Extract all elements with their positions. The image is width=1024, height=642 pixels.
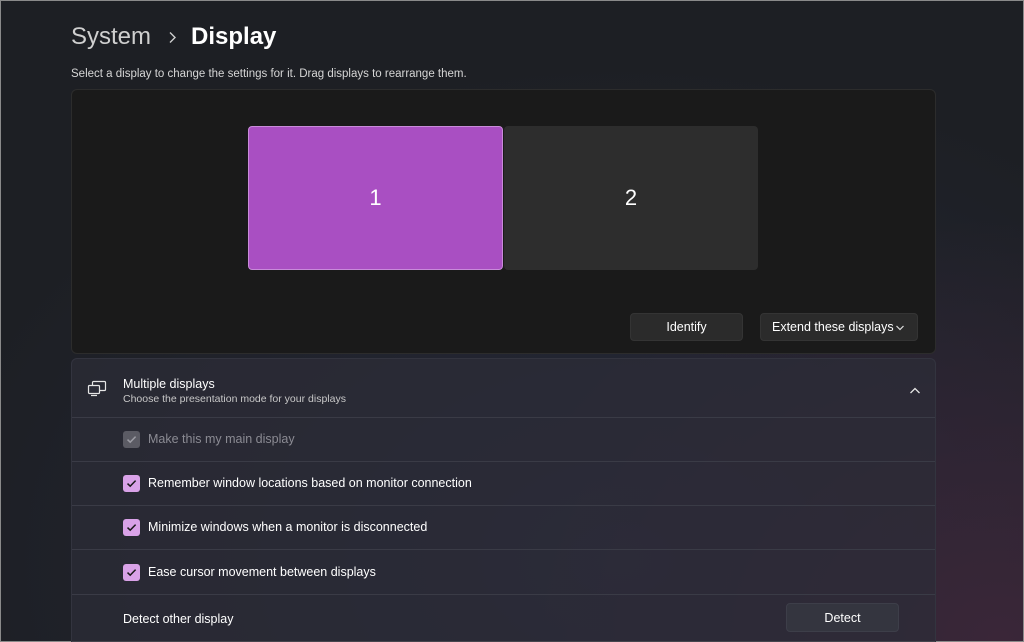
breadcrumb-system[interactable]: System <box>71 23 151 51</box>
display-arrangement-panel: 1 2 Identify Extend these displays <box>71 89 936 354</box>
page-title: Display <box>191 23 277 50</box>
ease-cursor-label[interactable]: Ease cursor movement between displays <box>148 565 376 579</box>
identify-button-label: Identify <box>666 320 707 334</box>
identify-button[interactable]: Identify <box>630 313 743 341</box>
detect-other-display-row: Detect other display Detect <box>72 596 935 640</box>
multiple-displays-subtitle: Choose the presentation mode for your di… <box>123 393 346 405</box>
chevron-right-icon <box>161 31 183 44</box>
multiple-displays-icon <box>87 380 107 402</box>
option-main-display: Make this my main display <box>72 418 935 462</box>
monitor-2[interactable]: 2 <box>504 126 758 270</box>
monitor-1-label: 1 <box>369 185 382 210</box>
display-mode-value: Extend these displays <box>772 320 894 334</box>
breadcrumb: System Display <box>71 20 276 54</box>
remember-window-locations-checkbox[interactable] <box>123 475 140 492</box>
option-minimize-windows: Minimize windows when a monitor is disco… <box>72 506 935 550</box>
main-display-label: Make this my main display <box>148 432 295 446</box>
chevron-down-icon <box>895 322 905 336</box>
chevron-up-icon[interactable] <box>909 383 921 401</box>
option-remember-window-locations: Remember window locations based on monit… <box>72 462 935 506</box>
main-display-checkbox <box>123 431 140 448</box>
detect-button-label: Detect <box>824 610 861 625</box>
display-mode-dropdown[interactable]: Extend these displays <box>760 313 918 341</box>
detect-other-display-label: Detect other display <box>123 612 234 626</box>
ease-cursor-checkbox[interactable] <box>123 564 140 581</box>
minimize-windows-label[interactable]: Minimize windows when a monitor is disco… <box>148 520 427 534</box>
checkmark-icon <box>126 480 137 488</box>
checkmark-icon <box>126 436 137 444</box>
checkmark-icon <box>126 569 137 577</box>
multiple-displays-header[interactable]: Multiple displays Choose the presentatio… <box>72 359 935 418</box>
multiple-displays-title: Multiple displays <box>123 377 215 391</box>
checkmark-icon <box>126 524 137 532</box>
monitor-2-label: 2 <box>624 185 638 210</box>
monitor-1[interactable]: 1 <box>248 126 503 270</box>
remember-window-locations-label[interactable]: Remember window locations based on monit… <box>148 476 472 490</box>
minimize-windows-checkbox[interactable] <box>123 519 140 536</box>
arrangement-description: Select a display to change the settings … <box>71 68 467 80</box>
option-ease-cursor: Ease cursor movement between displays <box>72 551 935 595</box>
detect-button[interactable]: Detect <box>786 603 899 632</box>
multiple-displays-section: Multiple displays Choose the presentatio… <box>71 358 936 642</box>
